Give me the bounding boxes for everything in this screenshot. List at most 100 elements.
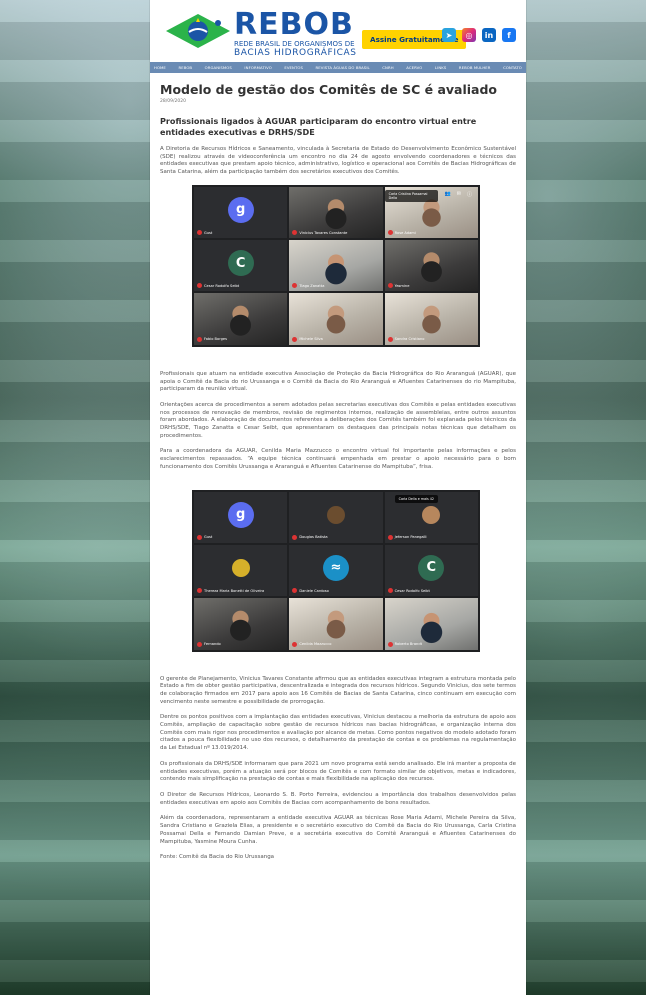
article-source: Fonte: Comitê da Bacia do Rio Urussanga bbox=[160, 854, 275, 861]
avatar bbox=[326, 505, 345, 524]
nav-item-rebob-mulher[interactable]: REBOB MULHER bbox=[459, 65, 491, 70]
logo-subtitle-2: BACIAS HIDROGRÁFICAS bbox=[234, 48, 357, 58]
participant-name: Michele Silva bbox=[292, 336, 323, 342]
logo-title: REBOB bbox=[234, 7, 354, 42]
nav-item-cnrh[interactable]: CNRH bbox=[382, 65, 393, 70]
mic-muted-icon bbox=[387, 283, 393, 289]
wave-logo-icon: ≈ bbox=[322, 554, 349, 581]
site-header: REBOB REDE BRASIL DE ORGANISMOS DE BACIA… bbox=[150, 0, 526, 62]
nav-item-revista[interactable]: REVISTA ÁGUAS DO BRASIL bbox=[316, 65, 370, 70]
participant-name: Rose Adami bbox=[387, 230, 416, 236]
participant-name: Vinicius Tavares Constante bbox=[292, 230, 347, 236]
telegram-icon[interactable]: ➤ bbox=[442, 28, 456, 42]
article-paragraph: O Diretor de Recursos Hídricos, Leonardo… bbox=[160, 791, 516, 806]
video-tile: Fernando bbox=[194, 598, 288, 650]
video-tile: g Gust bbox=[194, 491, 288, 543]
video-tile: Thereza Maria Bonetti de Oliveira bbox=[194, 544, 288, 597]
participant-name: Tiago Zanatta bbox=[292, 283, 324, 289]
video-tile: C Cesar Rodolfo Seibt bbox=[384, 544, 478, 597]
participant-name: Fernando bbox=[197, 641, 221, 647]
mic-muted-icon bbox=[197, 230, 202, 236]
participant-name: Roberto Brandt bbox=[387, 641, 422, 647]
avatar: C bbox=[227, 250, 254, 277]
article-subtitle: Profissionais ligados à AGUAR participar… bbox=[160, 116, 477, 137]
brazil-flag-icon bbox=[166, 14, 230, 48]
video-tile: Douglas Batista bbox=[289, 491, 383, 543]
avatar bbox=[231, 558, 250, 577]
chat-icon: ✉ bbox=[456, 190, 461, 197]
avatar bbox=[422, 505, 441, 524]
video-tile: Carla Cristina Possamai Della 👥 ✉ ⓘ Rose… bbox=[384, 186, 478, 239]
article-paragraph: Orientações acerca de procedimentos a se… bbox=[160, 401, 516, 439]
article-paragraph: Além da coordenadora, representaram a en… bbox=[160, 815, 516, 845]
mic-muted-icon bbox=[292, 534, 298, 540]
instagram-icon[interactable]: ◎ bbox=[462, 28, 476, 42]
article-date: 28/09/2020 bbox=[160, 99, 186, 104]
avatar: g bbox=[227, 196, 254, 223]
mic-muted-icon bbox=[197, 283, 202, 289]
participant-name: Cenilda Mazzucco bbox=[292, 641, 331, 647]
nav-item-rebob[interactable]: REBOB bbox=[178, 65, 192, 70]
linkedin-icon[interactable]: in bbox=[482, 28, 496, 42]
article-paragraph: Os profissionais da DRHS/SDE informaram … bbox=[160, 760, 516, 783]
rebob-logo[interactable]: REBOB REDE BRASIL DE ORGANISMOS DE BACIA… bbox=[164, 7, 374, 58]
mic-muted-icon bbox=[387, 641, 393, 647]
video-tile: Cenilda Mazzucco bbox=[289, 598, 383, 650]
presenter-overlay: Carla Cristina Possamai Della bbox=[384, 189, 438, 202]
mic-muted-icon bbox=[197, 641, 202, 647]
video-tile: Tiago Zanatta bbox=[289, 240, 383, 292]
article-paragraph: Profissionais que atuam na entidade exec… bbox=[160, 370, 516, 393]
mic-muted-icon bbox=[292, 283, 298, 289]
social-links: ➤ ◎ in f bbox=[442, 28, 516, 42]
participant-name: Gust bbox=[197, 534, 212, 540]
main-nav: HOME REBOB ORGANISMOS INFORMATIVO EVENTO… bbox=[150, 62, 526, 73]
mic-muted-icon bbox=[292, 230, 298, 236]
article-title: Modelo de gestão dos Comitês de SC é ava… bbox=[160, 82, 498, 97]
article-paragraph: Para a coordenadora da AGUAR, Cenilda Ma… bbox=[160, 448, 516, 470]
participant-name: Daniele Cardoso bbox=[292, 588, 329, 594]
video-tile: ≈ Daniele Cardoso bbox=[289, 544, 383, 597]
nav-item-acervo[interactable]: ACERVO bbox=[406, 65, 422, 70]
avatar: C bbox=[418, 554, 445, 581]
video-tile: Carla Della e mais 42 Jeferson Panegalli bbox=[384, 491, 478, 543]
nav-item-contato[interactable]: CONTATO bbox=[503, 65, 522, 70]
people-icon: 👥 bbox=[444, 190, 451, 197]
nav-item-links[interactable]: LINKS bbox=[435, 65, 446, 70]
mic-muted-icon bbox=[292, 641, 298, 647]
info-icon: ⓘ bbox=[466, 191, 472, 198]
participant-name: Sandra Cristiano bbox=[387, 336, 424, 342]
mic-muted-icon bbox=[387, 336, 393, 342]
participant-name: Douglas Batista bbox=[292, 534, 328, 540]
participant-name: Thereza Maria Bonetti de Oliveira bbox=[197, 588, 264, 594]
video-tile: g Gust bbox=[194, 186, 288, 239]
mic-muted-icon bbox=[387, 588, 393, 594]
article-paragraph: Dentre os pontos positivos com a implant… bbox=[160, 714, 516, 752]
facebook-icon[interactable]: f bbox=[502, 28, 516, 42]
mic-muted-icon bbox=[292, 336, 298, 342]
participant-name: Gust bbox=[197, 230, 212, 236]
nav-item-organismos[interactable]: ORGANISMOS bbox=[205, 65, 232, 70]
video-tile: Roberto Brandt bbox=[384, 598, 478, 650]
participant-name: Jeferson Panegalli bbox=[387, 534, 427, 540]
avatar: g bbox=[227, 501, 254, 528]
article: Modelo de gestão dos Comitês de SC é ava… bbox=[160, 82, 516, 860]
video-tile: C Cesar Rodolfo Seibt bbox=[194, 240, 288, 292]
video-tile: Sandra Cristiano bbox=[384, 293, 478, 345]
mic-muted-icon bbox=[387, 534, 393, 540]
nav-item-home[interactable]: HOME bbox=[154, 65, 166, 70]
mic-muted-icon bbox=[292, 588, 298, 594]
page-container: REBOB REDE BRASIL DE ORGANISMOS DE BACIA… bbox=[150, 0, 526, 995]
participant-name: Cesar Rodolfo Seibt bbox=[387, 588, 430, 594]
participant-name: Cesar Rodolfo Seibt bbox=[197, 283, 239, 289]
nav-item-informativo[interactable]: INFORMATIVO bbox=[244, 65, 271, 70]
videocall-screenshot-2: g Gust Douglas Batista Carla Della e mai… bbox=[192, 489, 480, 652]
mic-muted-icon bbox=[197, 588, 202, 594]
videocall-screenshot-1: g Gust Vinicius Tavares Constante Carla … bbox=[192, 184, 480, 347]
mic-muted-icon bbox=[197, 336, 202, 342]
video-tile: Michele Silva bbox=[289, 293, 383, 345]
nav-item-eventos[interactable]: EVENTOS bbox=[284, 65, 303, 70]
call-controls: 👥 ✉ ⓘ bbox=[445, 191, 472, 198]
video-tile: Yasmine bbox=[384, 240, 478, 292]
article-paragraph: A Diretoria de Recursos Hídricos e Sanea… bbox=[160, 146, 516, 176]
mic-muted-icon bbox=[387, 230, 393, 236]
